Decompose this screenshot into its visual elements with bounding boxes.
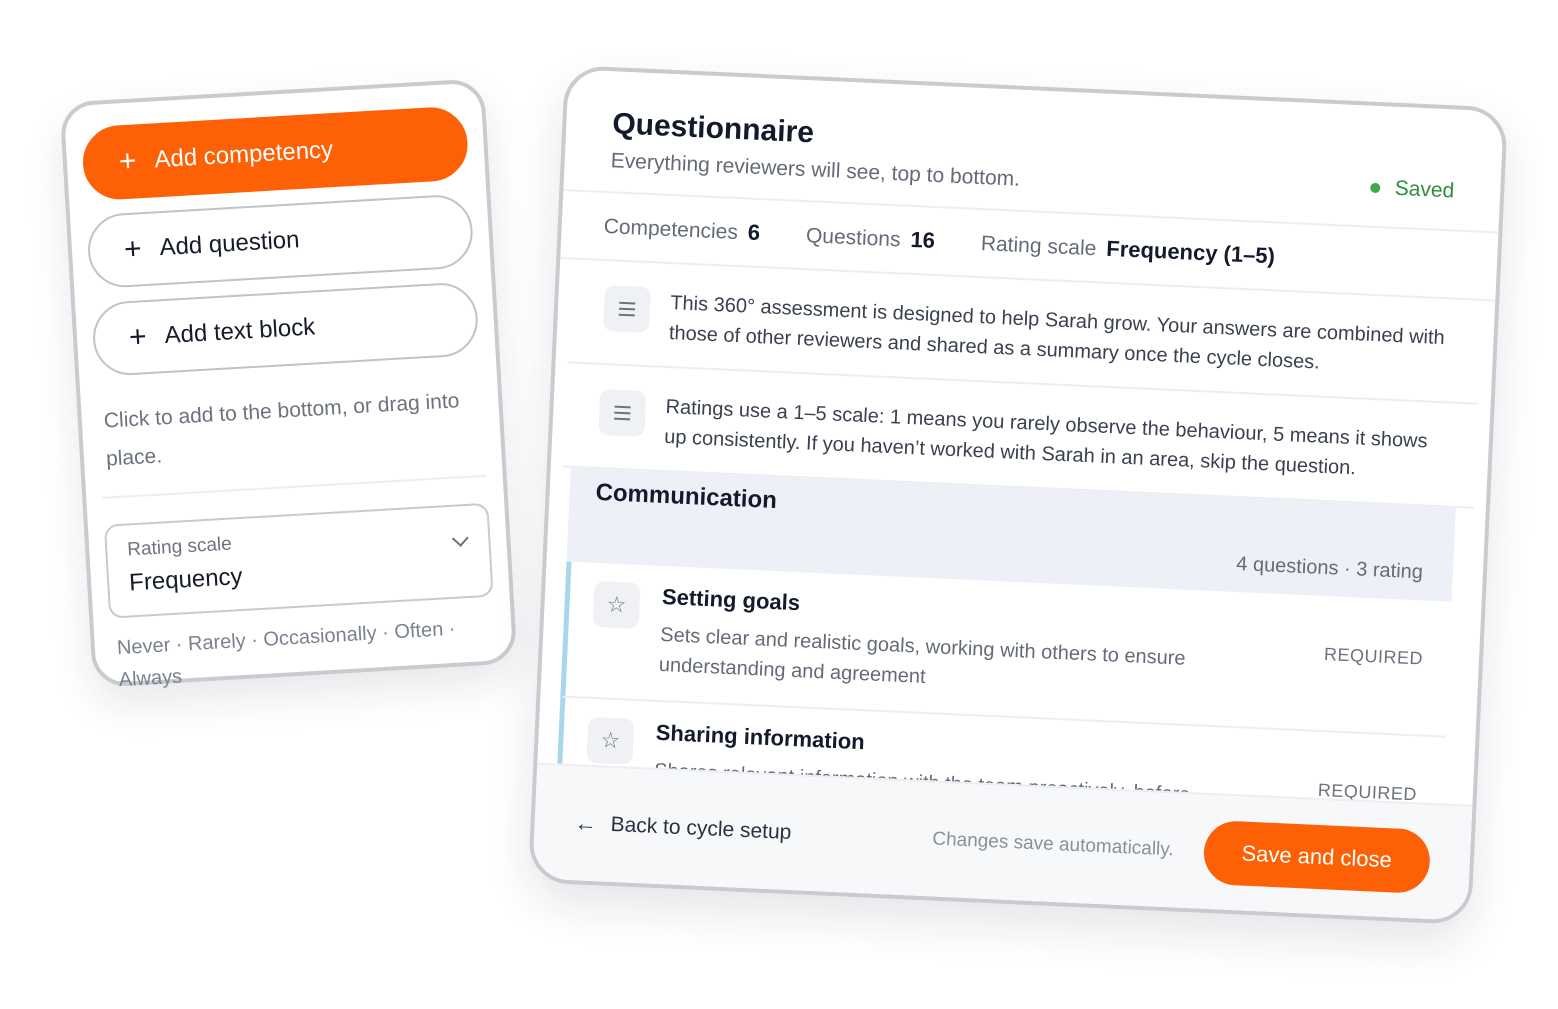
back-to-cycle-setup-link[interactable]: ← Back to cycle setup (574, 810, 792, 846)
autosave-note: Changes save automatically. (931, 828, 1175, 861)
star-icon: ☆ (586, 716, 635, 765)
questionnaire-panel: Questionnaire Everything reviewers will … (527, 65, 1509, 925)
rating-scale-select[interactable]: Rating scale Frequency (103, 502, 494, 619)
section-meta: 4 questions · 3 rating (1235, 552, 1424, 584)
add-question-button[interactable]: + Add question (86, 193, 475, 290)
rating-scale-levels: Never · Rarely · Occasionally · Often · … (116, 617, 457, 692)
required-badge: REQUIRED (1323, 644, 1424, 669)
stat-rating-scale: Rating scale Frequency (1–5) (980, 230, 1275, 269)
toolbox-card: + Add competency + Add question + Add te… (59, 78, 518, 691)
text-block-content: This 360° assessment is designed to help… (668, 292, 1446, 374)
question-description: Sets clear and realistic goals, working … (658, 623, 1187, 688)
text-block-icon (598, 388, 647, 437)
star-icon: ☆ (592, 580, 641, 629)
arrow-left-icon: ← (574, 810, 598, 837)
stat-label: Questions (805, 224, 902, 252)
back-link-label: Back to cycle setup (610, 812, 792, 845)
add-question-label: Add question (158, 226, 301, 262)
stat-competencies: Competencies 6 (603, 213, 761, 246)
status-dot-icon (1370, 182, 1381, 194)
stat-value: 16 (909, 226, 936, 253)
stat-value: 6 (747, 219, 761, 246)
toolbox-hint: Click to add to the bottom, or drag into… (96, 380, 487, 499)
add-text-block-button[interactable]: + Add text block (91, 281, 480, 378)
stat-questions: Questions 16 (805, 222, 936, 254)
add-competency-button[interactable]: + Add competency (80, 105, 470, 202)
stat-value: Frequency (1–5) (1105, 235, 1276, 269)
stat-label: Competencies (603, 214, 739, 245)
plus-icon: + (123, 232, 143, 267)
stat-label: Rating scale (980, 232, 1097, 261)
add-text-block-label: Add text block (163, 313, 316, 350)
save-status: Saved (1370, 176, 1455, 204)
save-status-label: Saved (1394, 176, 1455, 203)
text-block-content: Ratings use a 1–5 scale: 1 means you rar… (663, 395, 1429, 480)
save-and-close-button[interactable]: Save and close (1202, 819, 1432, 895)
plus-icon: + (118, 144, 138, 179)
plus-icon: + (128, 320, 148, 355)
text-block-icon (603, 285, 652, 334)
add-competency-label: Add competency (153, 136, 334, 174)
